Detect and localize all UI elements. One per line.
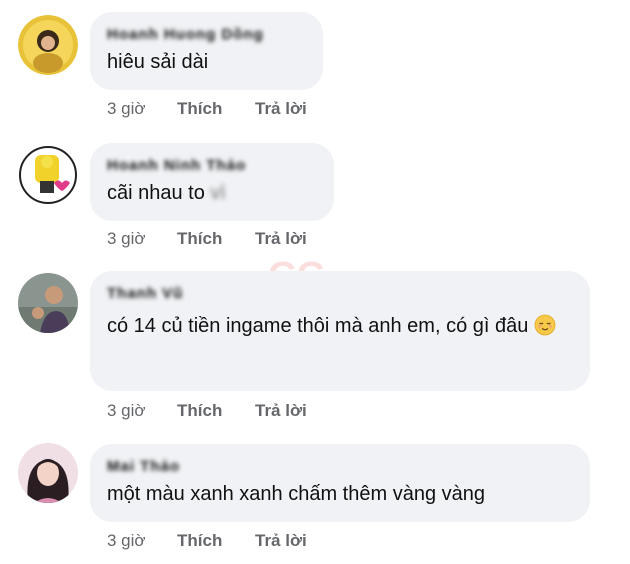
avatar[interactable] — [18, 15, 78, 75]
comment-actions: 3 giờ Thích Trả lời — [107, 99, 307, 119]
avatar-image — [18, 443, 78, 503]
comment-bubble: Thanh Vũ có 14 củ tiền ingame thôi mà an… — [90, 271, 590, 391]
like-button[interactable]: Thích — [177, 229, 255, 249]
like-button[interactable]: Thích — [177, 531, 255, 551]
like-button[interactable]: Thích — [177, 401, 255, 421]
reply-button[interactable]: Trả lời — [255, 229, 307, 249]
comment-time[interactable]: 3 giờ — [107, 531, 177, 551]
comment-bubble: Hoanh Huong Dồng hiêu sải dài — [90, 12, 323, 90]
avatar-image — [18, 145, 78, 205]
comment-author[interactable]: Hoanh Huong Dồng — [107, 26, 305, 44]
comment-actions: 3 giờ Thích Trả lời — [107, 229, 307, 249]
avatar[interactable] — [18, 273, 78, 333]
comment-text-main: có 14 củ tiền ingame thôi mà anh em, có … — [107, 315, 529, 337]
comment-text-blurred: vì — [210, 182, 226, 204]
reply-button[interactable]: Trả lời — [255, 531, 307, 551]
like-button[interactable]: Thích — [177, 99, 255, 119]
reply-button[interactable]: Trả lời — [255, 99, 307, 119]
reply-button[interactable]: Trả lời — [255, 401, 307, 421]
comment-time[interactable]: 3 giờ — [107, 99, 177, 119]
comment-author[interactable]: Mai Thảo — [107, 458, 572, 476]
comment-time[interactable]: 3 giờ — [107, 229, 177, 249]
comment-text: cãi nhau to vì — [107, 177, 316, 209]
comment-actions: 3 giờ Thích Trả lời — [107, 401, 307, 421]
comment-author[interactable]: Hoanh Ninh Thảo — [107, 157, 316, 175]
relieved-face-icon — [534, 314, 556, 336]
avatar[interactable] — [18, 443, 78, 503]
avatar-image — [18, 273, 78, 333]
comment-author[interactable]: Thanh Vũ — [107, 285, 572, 303]
avatar-image — [18, 15, 78, 75]
avatar[interactable] — [18, 145, 78, 205]
comment-bubble: Hoanh Ninh Thảo cãi nhau to vì — [90, 143, 334, 221]
comment-time[interactable]: 3 giờ — [107, 401, 177, 421]
comment-actions: 3 giờ Thích Trả lời — [107, 531, 307, 551]
comment-bubble: Mai Thảo một màu xanh xanh chấm thêm vàn… — [90, 444, 590, 522]
comment-text: một màu xanh xanh chấm thêm vàng vàng — [107, 483, 485, 505]
comment-text: có 14 củ tiền ingame thôi mà anh em, có … — [107, 307, 572, 345]
comment-text-main: cãi nhau to — [107, 182, 205, 204]
comment-text: hiêu sải dài — [107, 51, 209, 73]
